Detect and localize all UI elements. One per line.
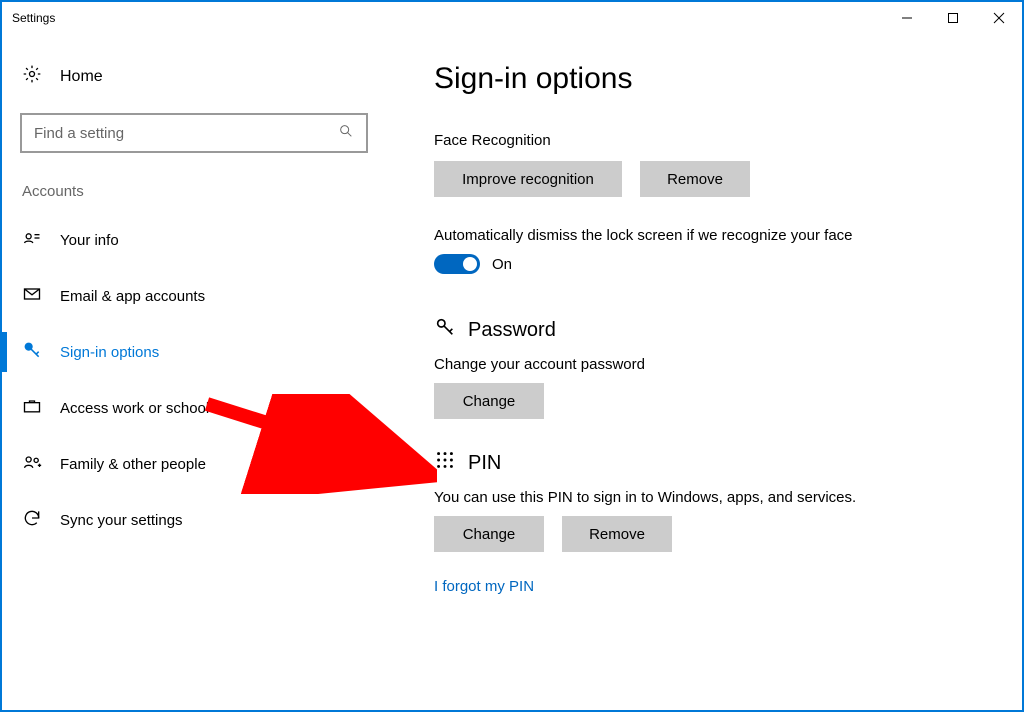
auto-dismiss-toggle[interactable] <box>434 254 480 274</box>
sidebar-item-label: Family & other people <box>60 456 206 473</box>
improve-recognition-button[interactable]: Improve recognition <box>434 161 622 197</box>
search-input[interactable]: Find a setting <box>20 113 368 153</box>
key-icon <box>434 316 456 344</box>
sidebar: Home Find a setting Accounts You <box>2 34 382 710</box>
sidebar-item-label: Sign-in options <box>60 344 159 361</box>
pin-description: You can use this PIN to sign in to Windo… <box>434 489 992 506</box>
password-section-heading: Password <box>434 316 992 344</box>
password-heading-text: Password <box>468 319 556 342</box>
sidebar-item-label: Email & app accounts <box>60 288 205 305</box>
people-icon <box>22 452 42 476</box>
page-title: Sign-in options <box>434 62 992 96</box>
settings-window: Settings Home <box>0 0 1024 712</box>
face-recognition-heading: Face Recognition <box>434 132 992 149</box>
sidebar-item-family-people[interactable]: Family & other people <box>2 436 382 492</box>
sidebar-item-label: Access work or school <box>60 400 209 417</box>
home-nav[interactable]: Home <box>2 64 382 113</box>
close-button[interactable] <box>976 3 1022 33</box>
key-icon <box>22 340 42 364</box>
sidebar-item-email-accounts[interactable]: Email & app accounts <box>2 268 382 324</box>
sidebar-item-sync-settings[interactable]: Sync your settings <box>2 492 382 548</box>
sidebar-section-label: Accounts <box>2 183 382 212</box>
sync-icon <box>22 508 42 532</box>
auto-dismiss-description: Automatically dismiss the lock screen if… <box>434 227 992 244</box>
forgot-pin-link[interactable]: I forgot my PIN <box>434 578 534 595</box>
pin-section-heading: PIN <box>434 449 992 477</box>
pin-heading-text: PIN <box>468 452 501 475</box>
person-card-icon <box>22 228 42 252</box>
remove-face-button[interactable]: Remove <box>640 161 750 197</box>
maximize-button[interactable] <box>930 3 976 33</box>
briefcase-icon <box>22 396 42 420</box>
sidebar-item-your-info[interactable]: Your info <box>2 212 382 268</box>
search-placeholder: Find a setting <box>34 125 338 142</box>
password-description: Change your account password <box>434 356 992 373</box>
gear-icon <box>22 64 42 89</box>
main-pane: Sign-in options Face Recognition Improve… <box>382 34 1022 710</box>
window-title: Settings <box>12 11 55 25</box>
mail-icon <box>22 284 42 308</box>
toggle-state-label: On <box>492 256 512 273</box>
sidebar-item-access-work-school[interactable]: Access work or school <box>2 380 382 436</box>
change-pin-button[interactable]: Change <box>434 516 544 552</box>
sidebar-item-label: Sync your settings <box>60 512 183 529</box>
search-icon <box>338 123 354 143</box>
sidebar-item-label: Your info <box>60 232 119 249</box>
titlebar: Settings <box>2 2 1022 34</box>
minimize-button[interactable] <box>884 3 930 33</box>
pin-pad-icon <box>434 449 456 477</box>
sidebar-item-signin-options[interactable]: Sign-in options <box>2 324 382 380</box>
remove-pin-button[interactable]: Remove <box>562 516 672 552</box>
home-label: Home <box>60 68 103 86</box>
change-password-button[interactable]: Change <box>434 383 544 419</box>
